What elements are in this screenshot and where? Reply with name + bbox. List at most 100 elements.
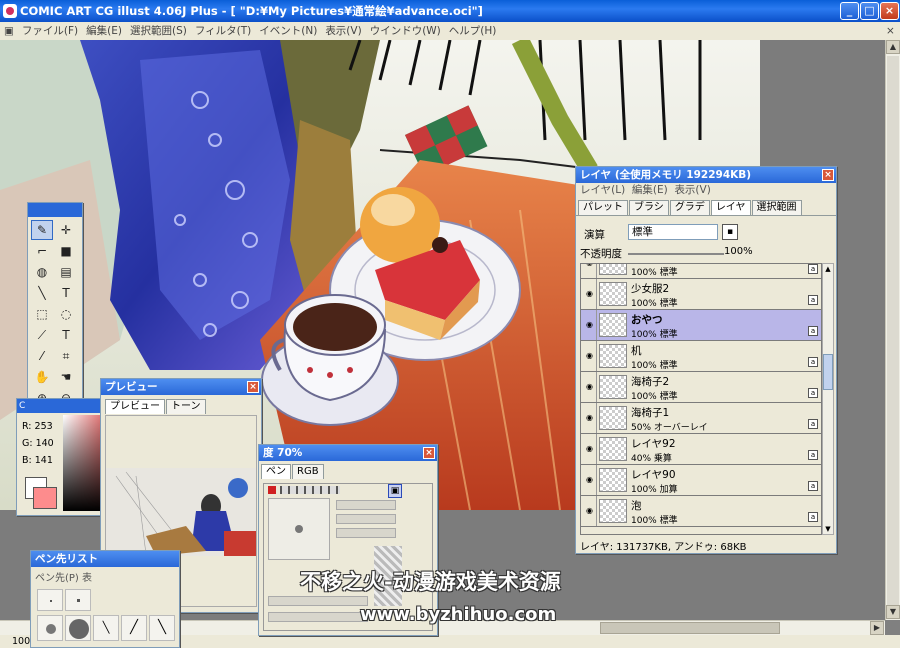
eyedropper-icon[interactable]: ⁄ (31, 346, 53, 366)
fill-bucket-icon[interactable]: ◍ (31, 262, 53, 282)
pen-list-titlebar[interactable]: ペン先リスト (31, 551, 179, 567)
eye-icon[interactable]: ◉ (583, 264, 597, 278)
layer-row[interactable]: ◉ レイヤ90 100% 加算 a (581, 465, 821, 496)
layer-scroll-thumb[interactable] (823, 354, 833, 390)
text-outline-tool-icon[interactable]: Ｔ (55, 325, 77, 345)
menu-selection[interactable]: 選択範囲(S) (126, 22, 191, 40)
eye-icon[interactable]: ◉ (583, 279, 597, 309)
pen-tool-icon[interactable]: ✎ (31, 220, 53, 240)
brush-param-slider-2[interactable] (336, 514, 396, 524)
color-field[interactable] (63, 415, 103, 511)
tab-palette[interactable]: パレット (578, 200, 628, 215)
menu-view[interactable]: 表示(V) (321, 22, 365, 40)
move-tool-icon[interactable]: ✛ (55, 220, 77, 240)
menu-filter[interactable]: フィルタ(T) (191, 22, 255, 40)
eye-icon[interactable]: ◉ (583, 310, 597, 340)
save-icon[interactable]: ▣ (388, 484, 402, 498)
layer-row[interactable]: ◉ 机 100% 標準 a (581, 341, 821, 372)
text-tool-icon[interactable]: T (55, 283, 77, 303)
lock-icon[interactable]: a (808, 512, 818, 522)
rect-fill-tool-icon[interactable]: ■ (55, 241, 77, 261)
lock-icon[interactable]: a (808, 388, 818, 398)
lock-icon[interactable]: a (808, 481, 818, 491)
layer-row[interactable]: ◉ レイヤ92 40% 乗算 a (581, 434, 821, 465)
layer-row[interactable]: ◉ 海椅子2 100% 標準 a (581, 372, 821, 403)
maximize-button[interactable]: □ (860, 2, 879, 20)
layer-menu-layer[interactable]: レイヤ(L) (580, 184, 625, 196)
lasso-select-icon[interactable]: ◌ (55, 304, 77, 324)
tab-pen[interactable]: ペン (261, 464, 291, 479)
pen-tip-1[interactable] (37, 589, 63, 611)
lock-icon[interactable]: a (808, 326, 818, 336)
layer-row[interactable]: ◉ 海椅子1 50% オーバーレイ a (581, 403, 821, 434)
scroll-up-icon[interactable]: ▲ (886, 40, 900, 54)
layer-titlebar[interactable]: レイヤ (全使用メモリ 192294KB) × (576, 167, 836, 183)
eye-icon[interactable]: ◉ (583, 465, 597, 495)
lock-icon[interactable]: a (808, 357, 818, 367)
pen-tip-3[interactable] (37, 615, 63, 641)
brush-param-slider-1[interactable] (336, 500, 396, 510)
layer-row[interactable]: ◉ 100% 標準 a (581, 264, 821, 279)
eye-icon[interactable]: ◉ (583, 372, 597, 402)
vertical-scrollbar[interactable]: ▲ ▼ (885, 40, 900, 620)
brush-param-slider-4[interactable] (268, 596, 368, 606)
blend-mode-select[interactable]: 標準 (628, 224, 718, 240)
gradient-tool-icon[interactable]: ▤ (55, 262, 77, 282)
eye-icon[interactable]: ◉ (583, 403, 597, 433)
tab-brush[interactable]: ブラシ (629, 200, 669, 215)
opacity-slider[interactable] (628, 253, 724, 255)
eye-icon[interactable]: ◉ (583, 341, 597, 371)
brush-param-slider-3[interactable] (336, 528, 396, 538)
menu-help[interactable]: ヘルプ(H) (445, 22, 501, 40)
lock-icon[interactable]: a (808, 295, 818, 305)
pen-tip-7[interactable]: ╲ (149, 615, 175, 641)
tab-gradation[interactable]: グラデ (669, 200, 710, 215)
doc-icon[interactable]: ▣ (0, 22, 18, 40)
hand-tool-icon[interactable]: ✋ (31, 367, 53, 387)
hscroll-thumb[interactable] (600, 622, 780, 634)
density-slider[interactable] (280, 486, 340, 494)
tool-palette-titlebar[interactable] (28, 203, 82, 217)
scroll-right-icon[interactable]: ▶ (870, 621, 884, 635)
layer-row-selected[interactable]: ◉ おやつ 100% 標準 a (581, 310, 821, 341)
eye-icon[interactable]: ◉ (583, 434, 597, 464)
pen-tab[interactable]: ペン先(P) (35, 573, 79, 584)
menu-window[interactable]: ウインドウ(W) (366, 22, 445, 40)
layer-scroll-down-icon[interactable]: ▼ (823, 524, 833, 534)
rect-select-icon[interactable]: ⬚ (31, 304, 53, 324)
brush-close-icon[interactable]: × (423, 447, 435, 459)
layer-row[interactable]: ◉ 少女服2 100% 標準 a (581, 279, 821, 310)
straight-line-icon[interactable]: ╲ (31, 283, 53, 303)
lock-icon[interactable]: a (808, 450, 818, 460)
lock-transparency-icon[interactable]: ▪ (722, 224, 738, 240)
eye-icon[interactable]: ◉ (583, 496, 597, 526)
lock-icon[interactable]: a (808, 419, 818, 429)
foreground-color-swatch[interactable] (33, 487, 57, 509)
pen-tip-5[interactable]: ╲ (93, 615, 119, 641)
tab-selection[interactable]: 選択範囲 (751, 200, 802, 215)
tab-rgb[interactable]: RGB (292, 464, 324, 479)
layer-menu-view[interactable]: 表示(V) (674, 184, 710, 196)
pen-tip-6[interactable]: ╱ (121, 615, 147, 641)
line-tool-icon[interactable]: ⌐ (31, 241, 53, 261)
minimize-button[interactable]: _ (840, 2, 859, 20)
color-panel-title[interactable]: C (17, 399, 105, 413)
brush-shape-preview[interactable] (268, 498, 330, 560)
lock-icon[interactable]: a (808, 264, 818, 274)
menu-event[interactable]: イベント(N) (255, 22, 321, 40)
close-button[interactable]: × (880, 2, 899, 20)
doc-close-icon[interactable]: × (886, 22, 895, 40)
pen-tip-4[interactable] (65, 615, 91, 641)
tab-preview[interactable]: プレビュー (105, 399, 165, 414)
pen-tab-2[interactable]: 表 (82, 573, 92, 584)
preview-close-icon[interactable]: × (247, 381, 259, 393)
layer-close-icon[interactable]: × (822, 169, 834, 181)
tab-tone[interactable]: トーン (166, 399, 206, 414)
scroll-down-icon[interactable]: ▼ (886, 605, 900, 619)
brush-titlebar[interactable]: 度 70% × (259, 445, 437, 461)
pen-tip-2[interactable] (65, 589, 91, 611)
layer-scroll-up-icon[interactable]: ▲ (823, 264, 833, 274)
vscroll-thumb[interactable] (887, 56, 899, 606)
layer-menu-edit[interactable]: 編集(E) (632, 184, 668, 196)
preview-titlebar[interactable]: プレビュー × (101, 379, 261, 395)
